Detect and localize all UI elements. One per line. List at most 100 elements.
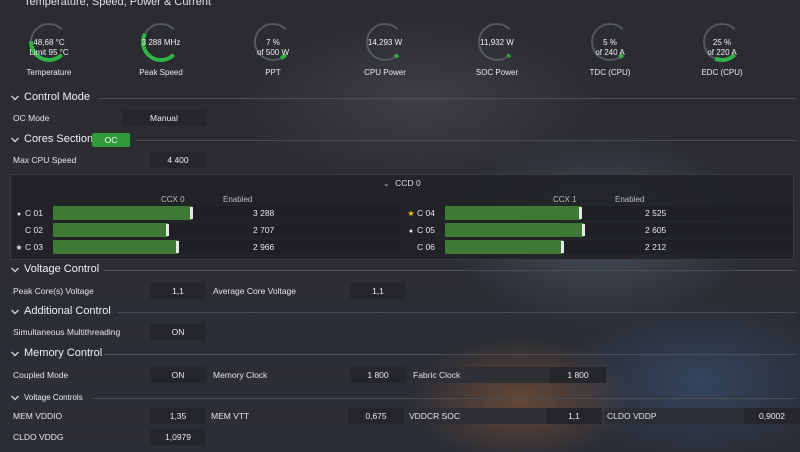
- gauge-label: PPT: [265, 68, 281, 77]
- core-slider-fill: [53, 206, 193, 220]
- app-root: Temperature, Speed, Power & Current 48,6…: [0, 0, 800, 452]
- ccd-panel: ⌄ CCD 0 CCX 0 Enabled CCX 1 Enabled ● C 01…: [10, 174, 794, 260]
- gauge-value: 48,68 °C: [33, 38, 65, 47]
- gauge-label: TDC (CPU): [589, 68, 631, 77]
- section-divider: [104, 270, 796, 271]
- section-divider: [136, 140, 796, 141]
- peak-core-voltage-label: Peak Core(s) Voltage: [13, 286, 94, 296]
- chevron-down-icon[interactable]: [10, 93, 20, 103]
- smt-label: Simultaneous Multithreading: [13, 327, 121, 337]
- mem-vtt-label: MEM VTT: [211, 411, 250, 421]
- core-frequency: 2 605: [645, 225, 667, 235]
- mem-vtt-field[interactable]: MEM VTT 0,675: [208, 408, 404, 424]
- gauge-label: Temperature: [26, 68, 72, 77]
- section-title: Voltage Controls: [24, 393, 83, 402]
- cldo-vddp-input[interactable]: 0,9002: [744, 408, 800, 424]
- gauge-cpu-power: 14,293 W CPU Power: [345, 20, 425, 77]
- chevron-down-icon[interactable]: [10, 393, 20, 403]
- core-slider-track[interactable]: 2 707: [53, 223, 401, 237]
- core-row[interactable]: C 02 2 707: [15, 223, 403, 237]
- core-slider-handle[interactable]: [582, 224, 586, 236]
- max-cpu-speed-label: Max CPU Speed: [13, 155, 77, 165]
- core-name: C 06: [417, 242, 435, 252]
- core-frequency: 2 525: [645, 208, 667, 218]
- core-slider-handle[interactable]: [165, 224, 169, 236]
- section-voltage-controls[interactable]: Voltage Controls: [0, 391, 800, 405]
- gauge-value: 5 %: [603, 38, 617, 47]
- gauge-temperature: 48,68 °C Limit 95 °C Temperature: [9, 20, 89, 77]
- vddcr-soc-field[interactable]: VDDCR SOC 1,1: [406, 408, 602, 424]
- cldo-vddg-input[interactable]: 1,0979: [150, 429, 206, 445]
- oc-mode-field[interactable]: OC Mode Manual: [10, 110, 206, 126]
- smt-toggle[interactable]: ON: [150, 324, 206, 340]
- core-row[interactable]: ★ C 04 2 525: [407, 206, 795, 220]
- chevron-down-icon[interactable]: [10, 265, 20, 275]
- core-row[interactable]: ★ C 03 2 966: [15, 240, 403, 254]
- section-title: Cores Section: [24, 133, 94, 145]
- star-icon: ★: [407, 209, 415, 218]
- core-slider-fill: [445, 240, 564, 254]
- core-row[interactable]: ● C 01 3 288: [15, 206, 403, 220]
- fabric-clock-input[interactable]: 1 800: [550, 367, 606, 383]
- ccx0-enabled: Enabled: [223, 195, 253, 204]
- gauge-value: 7 %: [266, 38, 280, 47]
- core-row[interactable]: ● C 05 2 605: [407, 223, 795, 237]
- ccd-title: CCD 0: [395, 178, 421, 188]
- cldo-vddg-field[interactable]: CLDO VDDG 1,0979: [10, 429, 206, 445]
- core-slider-track[interactable]: 2 966: [53, 240, 401, 254]
- ccd-header[interactable]: ⌄ CCD 0: [11, 178, 793, 188]
- average-core-voltage-value: 1,1: [350, 283, 406, 299]
- chevron-down-icon[interactable]: ⌄: [383, 181, 389, 188]
- max-cpu-speed-field[interactable]: Max CPU Speed 4 400: [10, 152, 206, 168]
- core-name: C 02: [25, 225, 43, 235]
- core-row[interactable]: C 06 2 212: [407, 240, 795, 254]
- core-slider-track[interactable]: 2 525: [445, 206, 793, 220]
- core-slider-track[interactable]: 3 288: [53, 206, 401, 220]
- core-slider-track[interactable]: 2 212: [445, 240, 793, 254]
- gauge-ppt: 7 % of 500 W PPT: [233, 20, 313, 77]
- core-slider-handle[interactable]: [176, 241, 180, 253]
- core-slider-track[interactable]: 2 605: [445, 223, 793, 237]
- oc-badge[interactable]: OC: [92, 133, 130, 147]
- core-name: C 04: [417, 208, 435, 218]
- gauge-soc-power: 11,932 W SOC Power: [457, 20, 537, 77]
- core-slider-fill: [53, 223, 168, 237]
- fabric-clock-field[interactable]: Fabric Clock 1 800: [410, 367, 606, 383]
- section-divider: [118, 312, 796, 313]
- core-slider-handle[interactable]: [561, 241, 565, 253]
- mem-vddio-field[interactable]: MEM VDDIO 1,35: [10, 408, 206, 424]
- section-memory-control[interactable]: Memory Control: [0, 347, 800, 361]
- memory-clock-field[interactable]: Memory Clock 1 800: [210, 367, 406, 383]
- vddcr-soc-input[interactable]: 1,1: [546, 408, 602, 424]
- oc-mode-select[interactable]: Manual: [122, 110, 206, 126]
- star-icon: ★: [15, 243, 23, 252]
- gauges-header-title: Temperature, Speed, Power & Current: [24, 0, 212, 8]
- section-control-mode[interactable]: Control Mode: [0, 91, 800, 105]
- gauge-subvalue: of 500 W: [256, 48, 289, 57]
- average-core-voltage-field[interactable]: Average Core Voltage 1,1: [210, 283, 406, 299]
- mem-vddio-input[interactable]: 1,35: [150, 408, 206, 424]
- gauge-fill: [506, 53, 512, 58]
- chevron-down-icon[interactable]: [10, 307, 20, 317]
- chevron-down-icon[interactable]: [10, 349, 20, 359]
- core-frequency: 3 288: [253, 208, 275, 218]
- max-cpu-speed-input[interactable]: 4 400: [150, 152, 206, 168]
- cldo-vddp-field[interactable]: CLDO VDDP 0,9002: [604, 408, 800, 424]
- gauge-value: 11,932 W: [480, 38, 514, 47]
- section-voltage-control[interactable]: Voltage Control: [0, 263, 800, 277]
- section-additional-control[interactable]: Additional Control: [0, 305, 800, 319]
- mem-vtt-input[interactable]: 0,675: [348, 408, 404, 424]
- peak-core-voltage-field[interactable]: Peak Core(s) Voltage 1,1: [10, 283, 206, 299]
- smt-field[interactable]: Simultaneous Multithreading ON: [10, 324, 206, 340]
- core-slider-handle[interactable]: [190, 207, 194, 219]
- core-slider-fill: [53, 240, 179, 254]
- oc-mode-label: OC Mode: [13, 113, 50, 123]
- coupled-mode-toggle[interactable]: ON: [150, 367, 206, 383]
- memory-clock-input[interactable]: 1 800: [350, 367, 406, 383]
- coupled-mode-field[interactable]: Coupled Mode ON: [10, 367, 206, 383]
- ccx1-enabled: Enabled: [615, 195, 645, 204]
- section-divider: [98, 98, 796, 99]
- gauge-label: CPU Power: [364, 68, 406, 77]
- chevron-down-icon[interactable]: [10, 135, 20, 145]
- core-slider-handle[interactable]: [578, 207, 582, 219]
